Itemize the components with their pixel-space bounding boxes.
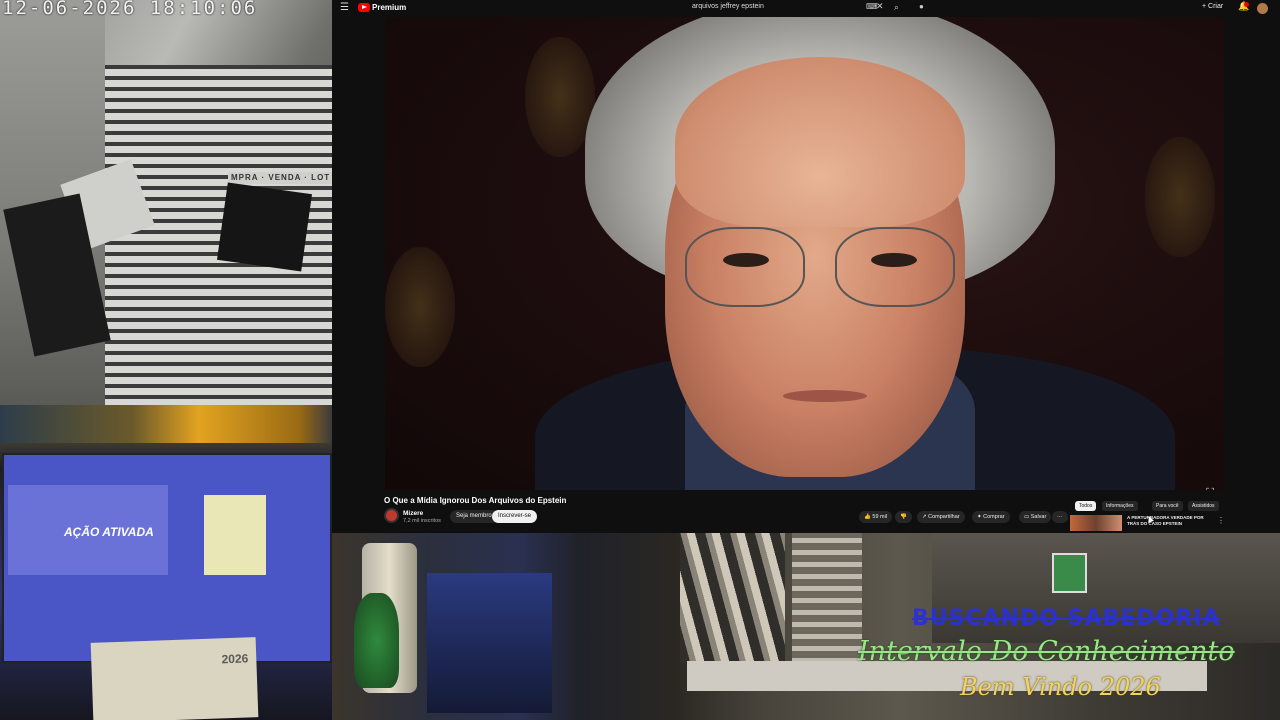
channel-avatar[interactable]: [384, 508, 399, 523]
shop-sign: MPRA · VENDA · LOT: [228, 172, 332, 184]
calendar-year: 2026: [221, 651, 249, 667]
subscribe-button[interactable]: Inscrever-se: [492, 510, 538, 523]
overlay-title: BUSCANDO SABEDORIA: [912, 606, 1221, 631]
room-figure: [354, 593, 399, 688]
camera-strip: [0, 405, 332, 443]
video-title: O Que a Mídia Ignorou Dos Arquivos do Ep…: [384, 496, 567, 505]
overlay-welcome: Bem Vindo 2026: [960, 673, 1161, 701]
notification-dot: [1244, 2, 1249, 7]
thanks-button[interactable]: ✦ Comprar: [972, 511, 1010, 523]
share-button[interactable]: ↗ Compartilhar: [917, 511, 965, 523]
overlay-subtitle: Intervalo Do Conhecimento: [858, 636, 1235, 667]
clear-search-icon[interactable]: ✕: [876, 1, 884, 12]
camera-speaker-right: [216, 182, 313, 272]
player-settings-icon[interactable]: ⛶: [1206, 487, 1214, 490]
save-button[interactable]: ▭ Salvar: [1019, 511, 1052, 523]
portrait-mouth: [783, 390, 867, 402]
more-actions-button[interactable]: ···: [1052, 511, 1068, 523]
like-button[interactable]: 👍 59 mil: [859, 511, 893, 523]
chip-watched[interactable]: Assistidos: [1188, 501, 1219, 511]
chip-all[interactable]: Todos: [1075, 501, 1097, 511]
wallpaper-ornament: [385, 247, 455, 367]
more-vert-icon[interactable]: ⋮: [1217, 516, 1225, 525]
youtube-header: ☰ Premium arquivos jeffrey epstein ⌨ ✕ ⌕…: [332, 0, 1280, 17]
monitor-banner: AÇÃO ATIVADA: [64, 525, 154, 539]
portrait-forehead: [675, 57, 965, 227]
camera-feed-desk: AÇÃO ATIVADA 2026: [0, 405, 332, 720]
room-device: [1052, 553, 1087, 593]
youtube-brand[interactable]: Premium: [372, 3, 406, 12]
microphone-icon[interactable]: ●: [919, 2, 924, 11]
desk-calendar: 2026: [90, 637, 259, 720]
wallpaper-ornament: [1145, 137, 1215, 257]
portrait-glasses-left: [685, 227, 805, 307]
video-player[interactable]: ⛶: [385, 17, 1224, 490]
desk-monitor: AÇÃO ATIVADA: [2, 453, 332, 663]
room-artwork: [680, 533, 785, 663]
like-count: 59 mil: [872, 514, 888, 520]
dislike-button[interactable]: 👎: [895, 511, 912, 523]
recommended-title[interactable]: A PERTURBADORA VERDADE POR TRÁS DO CASO …: [1127, 515, 1213, 527]
search-icon[interactable]: ⌕: [894, 2, 899, 13]
account-avatar[interactable]: [1257, 3, 1268, 14]
video-info-bar: O Que a Mídia Ignorou Dos Arquivos do Ep…: [382, 496, 1280, 533]
recommended-thumbnail[interactable]: [1070, 515, 1122, 531]
save-label: Salvar: [1030, 514, 1047, 520]
portrait-glasses-right: [835, 227, 955, 307]
hamburger-menu-icon[interactable]: ☰: [340, 2, 349, 13]
channel-subscribers: 7,2 mil inscritos: [403, 518, 441, 524]
youtube-logo-icon[interactable]: [358, 3, 370, 12]
timestamp: 12-06-2026 18:10:06: [2, 0, 258, 19]
create-button[interactable]: + Criar: [1202, 3, 1223, 10]
chip-for-you[interactable]: Para você: [1152, 501, 1183, 511]
share-label: Compartilhar: [928, 514, 960, 520]
thanks-label: Comprar: [983, 514, 1005, 520]
channel-name[interactable]: Mizere: [403, 510, 423, 517]
camera-feed-street: MPRA · VENDA · LOT 12-06-2026 18:10:06: [0, 0, 332, 405]
room-window: [792, 533, 862, 663]
room-screen: [427, 573, 552, 713]
join-button[interactable]: Seja membro: [450, 510, 498, 523]
chip-info[interactable]: Informações: [1102, 501, 1138, 511]
monitor-panel: [204, 495, 266, 575]
youtube-window: ☰ Premium arquivos jeffrey epstein ⌨ ✕ ⌕…: [332, 0, 1280, 533]
search-input[interactable]: arquivos jeffrey epstein: [692, 3, 764, 10]
